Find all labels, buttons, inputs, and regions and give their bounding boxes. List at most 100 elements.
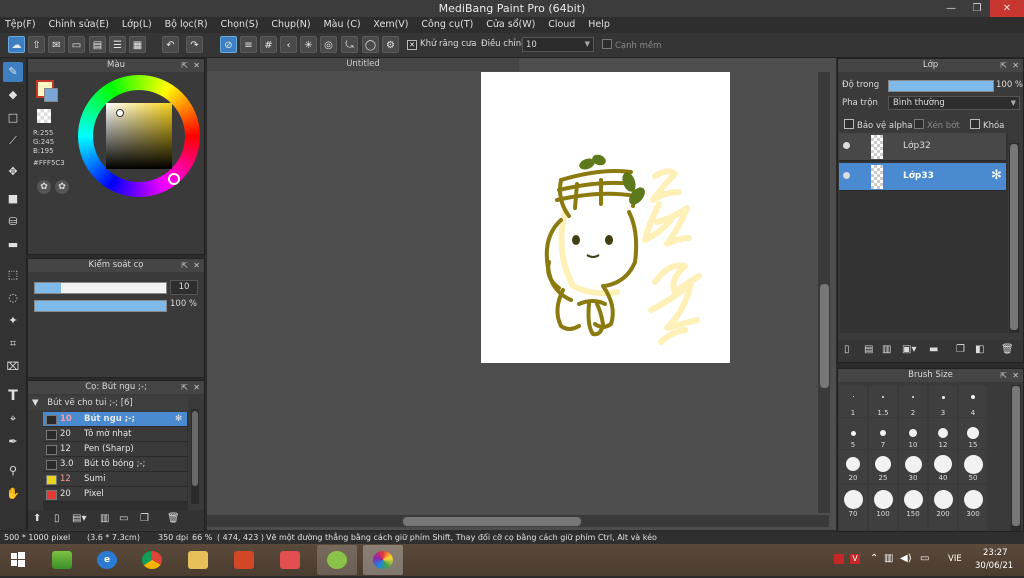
cross-snap-icon[interactable]: # bbox=[260, 36, 277, 53]
menu-file[interactable]: Tệp(F) bbox=[0, 17, 41, 33]
close-icon[interactable]: ✕ bbox=[193, 259, 200, 272]
brush-size-cell[interactable]: 100 bbox=[869, 485, 897, 530]
redo-icon[interactable]: ↷ bbox=[186, 36, 203, 53]
circle-snap-icon[interactable]: ◎ bbox=[320, 36, 337, 53]
taskbar-app-ie[interactable]: e bbox=[87, 545, 127, 575]
expand-icon[interactable]: ⇱ bbox=[181, 381, 188, 394]
taskbar-app-chrome[interactable] bbox=[132, 545, 172, 575]
chevron-up-icon[interactable]: ⌃ bbox=[870, 553, 878, 564]
brush-size-cell[interactable]: 15 bbox=[959, 418, 987, 449]
expand-icon[interactable]: ⇱ bbox=[1000, 369, 1007, 382]
protect-alpha-checkbox[interactable]: Bảo vệ alpha bbox=[844, 119, 912, 131]
brush-size-cell[interactable]: 1 bbox=[839, 386, 867, 417]
brush-size-cell[interactable]: 3 bbox=[929, 386, 957, 417]
brush-size-cell[interactable]: 70 bbox=[839, 485, 867, 530]
taskbar-app-explorer[interactable] bbox=[178, 545, 218, 575]
folder-icon[interactable]: ▬ bbox=[929, 344, 938, 355]
tray-icon[interactable] bbox=[834, 554, 844, 564]
eye-icon[interactable] bbox=[843, 172, 850, 179]
brush-size-cell[interactable]: 40 bbox=[929, 450, 957, 483]
duplicate-icon[interactable]: ❐ bbox=[140, 513, 149, 524]
brush-size-cell[interactable]: 20 bbox=[839, 450, 867, 483]
brush-item[interactable]: 10 Bút ngu ;-; ✻ bbox=[43, 412, 187, 427]
brush-size-cell[interactable]: 10 bbox=[899, 418, 927, 449]
brush-size-cell[interactable]: 1.5 bbox=[869, 386, 897, 417]
menu-edit[interactable]: Chỉnh sửa(E) bbox=[43, 17, 114, 33]
new-halftone-layer-icon[interactable]: ▤ bbox=[864, 344, 873, 355]
vertical-scroll-thumb[interactable] bbox=[820, 284, 829, 388]
clipping-checkbox[interactable]: Xén bớt bbox=[914, 119, 960, 131]
operation-tool-icon[interactable]: ⌖ bbox=[3, 409, 23, 429]
clock-date[interactable]: 30/06/21 bbox=[975, 561, 1013, 571]
brush-size-cell[interactable]: 30 bbox=[899, 450, 927, 483]
undo-icon[interactable]: ↶ bbox=[162, 36, 179, 53]
gear-icon[interactable]: ✻ bbox=[991, 168, 1002, 183]
new-text-layer-icon[interactable]: ▥ bbox=[882, 344, 891, 355]
blend-mode-select[interactable]: Bình thường ▼ bbox=[888, 96, 1020, 110]
menu-select[interactable]: Chọn(S) bbox=[216, 17, 264, 33]
brush-size-cell[interactable]: 5 bbox=[839, 418, 867, 449]
windows-start-button[interactable] bbox=[2, 545, 34, 575]
layer-list-scrollbar[interactable] bbox=[1009, 143, 1019, 333]
brush-size-slider[interactable] bbox=[34, 282, 167, 294]
vertical-scrollbar[interactable] bbox=[818, 72, 830, 513]
close-icon[interactable]: ✕ bbox=[1012, 369, 1019, 382]
brush-item[interactable]: 12 Pen (Sharp) bbox=[43, 442, 187, 457]
pen-tool-icon[interactable]: ⟋ bbox=[3, 131, 23, 151]
color-marker[interactable] bbox=[116, 109, 124, 117]
trash-icon[interactable]: 🗑 bbox=[1001, 344, 1014, 355]
add-brush-icon[interactable]: ⬆ bbox=[33, 513, 41, 524]
taskbar-app-bluestacks[interactable] bbox=[42, 545, 82, 575]
eraser-tool-icon[interactable]: ◆ bbox=[3, 85, 23, 105]
merge-layer-icon[interactable]: ◧ bbox=[975, 344, 984, 355]
close-icon[interactable]: ✕ bbox=[193, 59, 200, 72]
taskbar-app-clip[interactable] bbox=[317, 545, 357, 575]
tray-v-icon[interactable]: V bbox=[850, 554, 860, 564]
expand-icon[interactable]: ⇱ bbox=[1000, 59, 1007, 72]
brush-tool-icon[interactable]: ✎ bbox=[3, 62, 23, 82]
hue-wheel[interactable] bbox=[78, 75, 200, 197]
menu-window[interactable]: Cửa sổ(W) bbox=[481, 17, 540, 33]
brush-size-cell[interactable]: 12 bbox=[929, 418, 957, 449]
brush-size-cell[interactable]: 200 bbox=[929, 485, 957, 530]
network-icon[interactable]: ▥ bbox=[884, 553, 893, 564]
menu-help[interactable]: Help bbox=[583, 17, 615, 33]
brush-size-cell[interactable]: 25 bbox=[869, 450, 897, 483]
taskbar-app-powerpoint[interactable] bbox=[224, 545, 264, 575]
radial-snap-icon[interactable]: ✳ bbox=[300, 36, 317, 53]
curve-snap-icon[interactable]: ⤿ bbox=[341, 36, 358, 53]
select-rect-tool-icon[interactable]: ⬚ bbox=[3, 265, 23, 285]
close-icon[interactable]: ✕ bbox=[193, 381, 200, 394]
grid-icon[interactable]: ▦ bbox=[129, 36, 146, 53]
antialias-checkbox[interactable]: ✕ Khử răng cưa bbox=[407, 39, 477, 50]
brush-size-value[interactable]: 10 bbox=[170, 280, 198, 295]
brush-size-cell[interactable]: 300 bbox=[959, 485, 987, 530]
palette-add-icon[interactable]: ✿ bbox=[55, 180, 69, 194]
eyedropper-tool-icon[interactable]: ⚲ bbox=[3, 461, 23, 481]
snap-off-icon[interactable]: ⊘ bbox=[220, 36, 237, 53]
vanish-snap-icon[interactable]: ‹ bbox=[280, 36, 297, 53]
horizontal-scrollbar[interactable] bbox=[207, 515, 829, 527]
menu-filter[interactable]: Bộ lọc(R) bbox=[160, 17, 213, 33]
new-brush-icon[interactable]: ▯ bbox=[54, 513, 60, 524]
brush-size-cell[interactable]: 7 bbox=[869, 418, 897, 449]
layer-opacity-slider[interactable] bbox=[888, 80, 994, 92]
ellipse-snap-icon[interactable]: ◯ bbox=[362, 36, 379, 53]
background-color-swatch[interactable] bbox=[44, 88, 58, 102]
adjust-select[interactable]: 10 ▼ bbox=[522, 37, 594, 52]
parallel-snap-icon[interactable]: ≡ bbox=[240, 36, 257, 53]
soft-edge-checkbox[interactable]: Cạnh mềm bbox=[602, 39, 661, 51]
brush-item[interactable]: 20 Pixel bbox=[43, 487, 187, 502]
maximize-button[interactable]: ❐ bbox=[964, 0, 990, 17]
brush-item[interactable]: 20 Tô mờ nhạt bbox=[43, 427, 187, 442]
minimize-button[interactable]: — bbox=[938, 0, 964, 17]
text-tool-icon[interactable]: T bbox=[3, 386, 23, 406]
list-icon[interactable]: ☰ bbox=[109, 36, 126, 53]
palette-icon[interactable]: ✿ bbox=[37, 180, 51, 194]
eye-icon[interactable] bbox=[843, 142, 850, 149]
menu-view[interactable]: Xem(V) bbox=[368, 17, 413, 33]
hue-marker[interactable] bbox=[168, 173, 180, 185]
brush-size-cell[interactable]: 150 bbox=[899, 485, 927, 530]
fill-rect-tool-icon[interactable]: ■ bbox=[3, 189, 23, 209]
brush-settings-icon[interactable]: ▥ bbox=[100, 513, 109, 524]
